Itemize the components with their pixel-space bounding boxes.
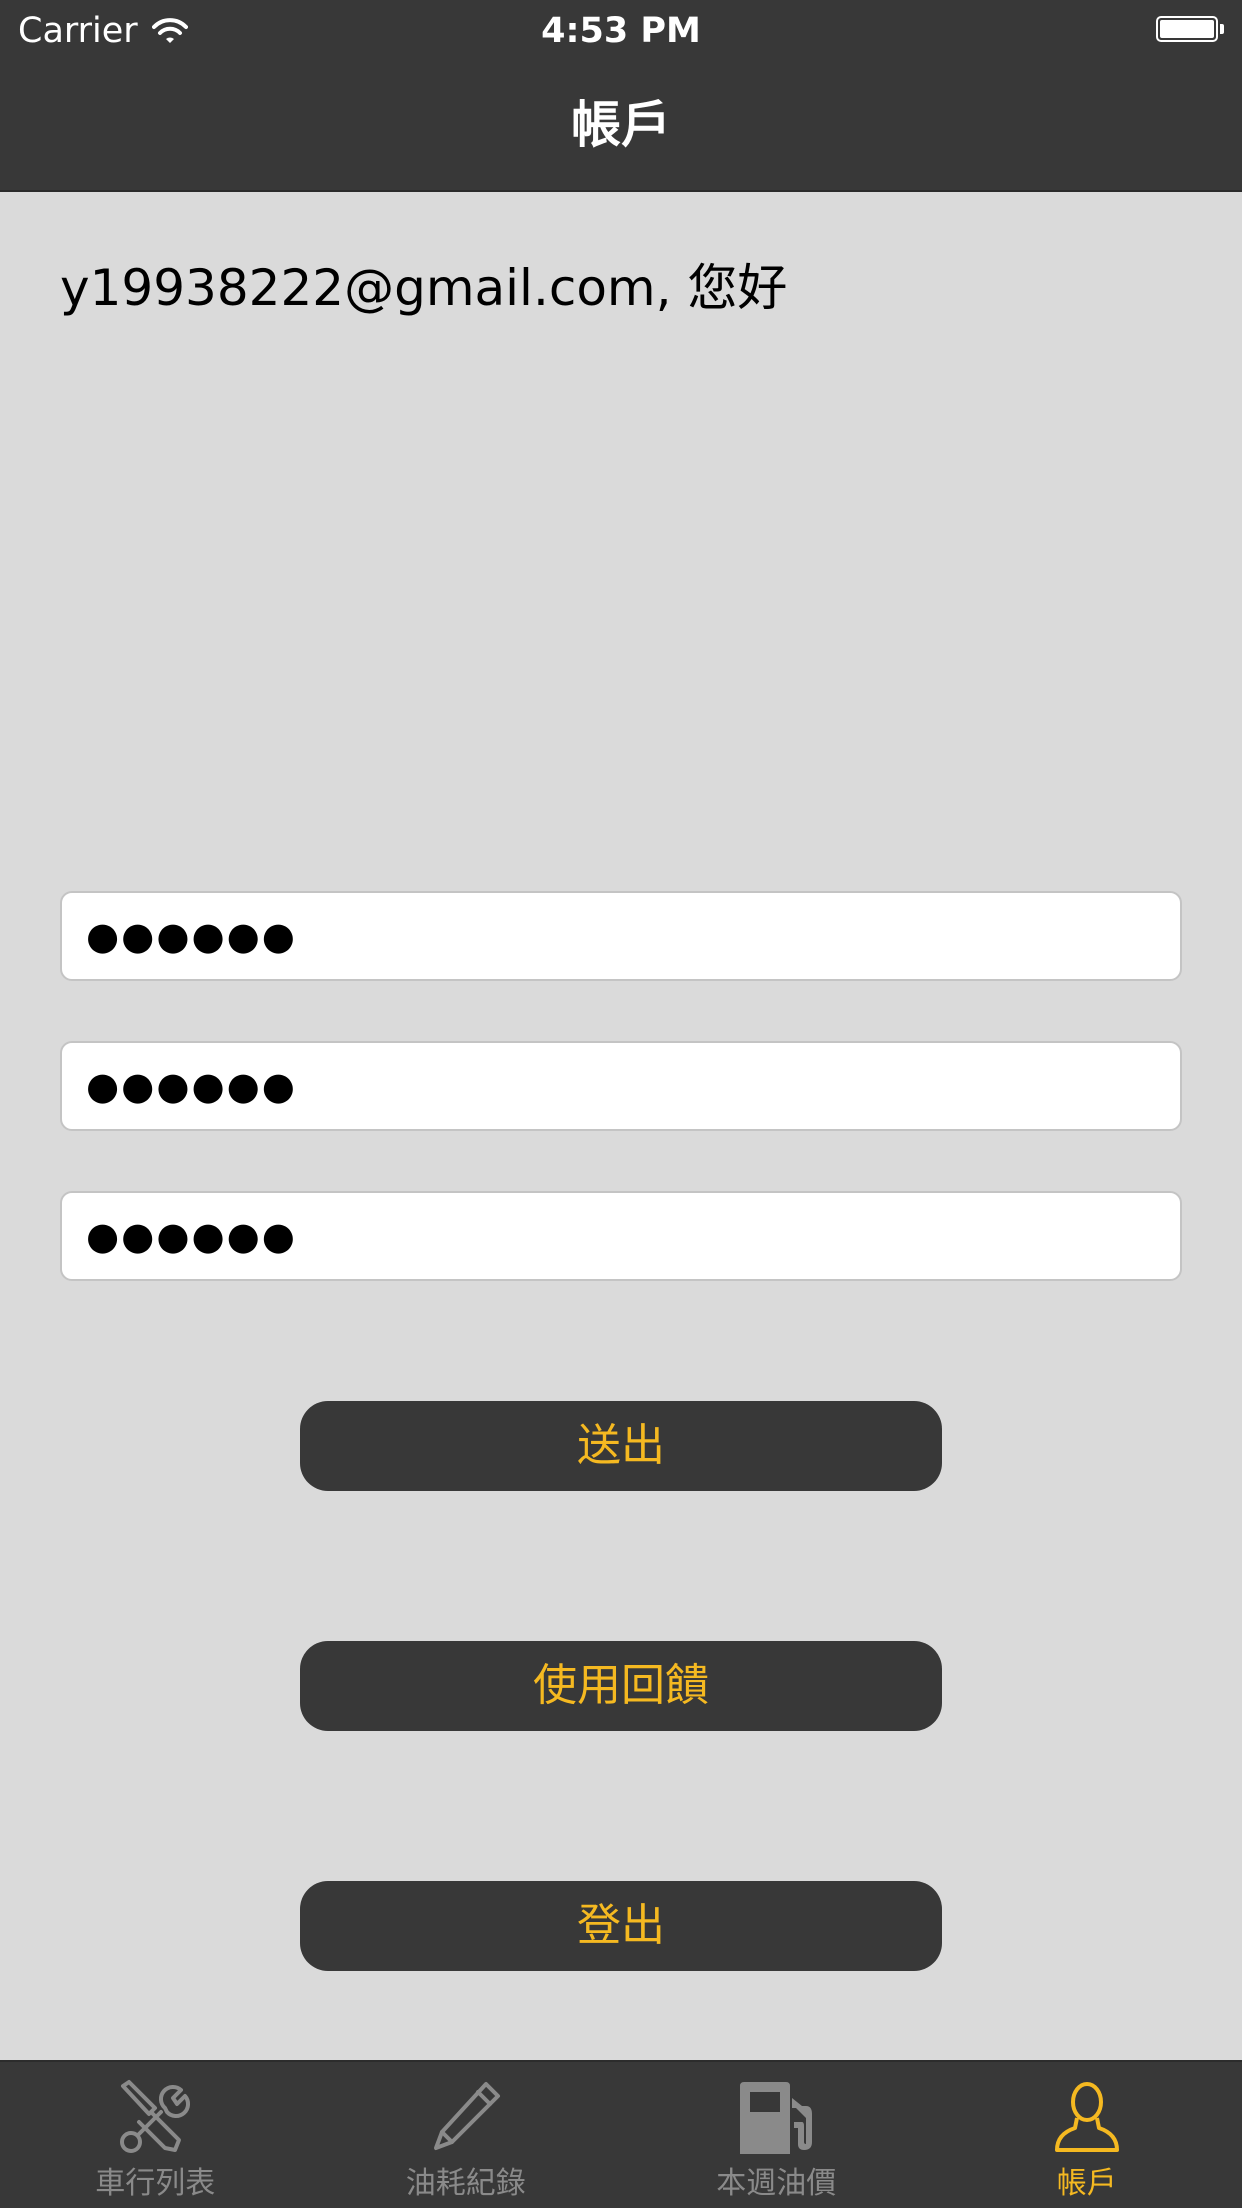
logout-button[interactable]: 登出 [300, 1881, 942, 1971]
tab-bar: 車行列表 油耗紀錄 本週油價 帳戶 [0, 2060, 1242, 2208]
password-field-1[interactable]: ●●●●●● [60, 891, 1182, 981]
tools-icon [115, 2078, 195, 2158]
battery-tip [1220, 24, 1224, 34]
tab-fuel-records[interactable]: 油耗紀錄 [311, 2062, 622, 2208]
account-greeting: y19938222@gmail.com, 您好 [60, 259, 788, 317]
password-field-3[interactable]: ●●●●●● [60, 1191, 1182, 1281]
fuel-pump-icon [736, 2078, 816, 2158]
tab-label: 車行列表 [95, 2166, 216, 2201]
tab-label: 本週油價 [716, 2166, 837, 2201]
submit-button[interactable]: 送出 [300, 1401, 942, 1491]
pencil-icon [426, 2078, 506, 2158]
battery-icon [1156, 16, 1226, 44]
status-time: 4:53 PM [541, 11, 701, 51]
nav-bar: 帳戶 [0, 62, 1242, 192]
person-icon [1047, 2078, 1127, 2158]
tab-weekly-fuel-price[interactable]: 本週油價 [621, 2062, 932, 2208]
password-field-2[interactable]: ●●●●●● [60, 1041, 1182, 1131]
tab-label: 油耗紀錄 [405, 2166, 526, 2201]
status-bar: Carrier 4:53 PM [0, 0, 1242, 62]
tab-car-dealers[interactable]: 車行列表 [0, 2062, 311, 2208]
tab-label: 帳戶 [1056, 2166, 1117, 2201]
page-title: 帳戶 [571, 96, 671, 154]
battery-body [1156, 16, 1218, 42]
battery-fill [1160, 20, 1214, 38]
tab-account[interactable]: 帳戶 [932, 2062, 1242, 2208]
feedback-button[interactable]: 使用回饋 [300, 1641, 942, 1731]
